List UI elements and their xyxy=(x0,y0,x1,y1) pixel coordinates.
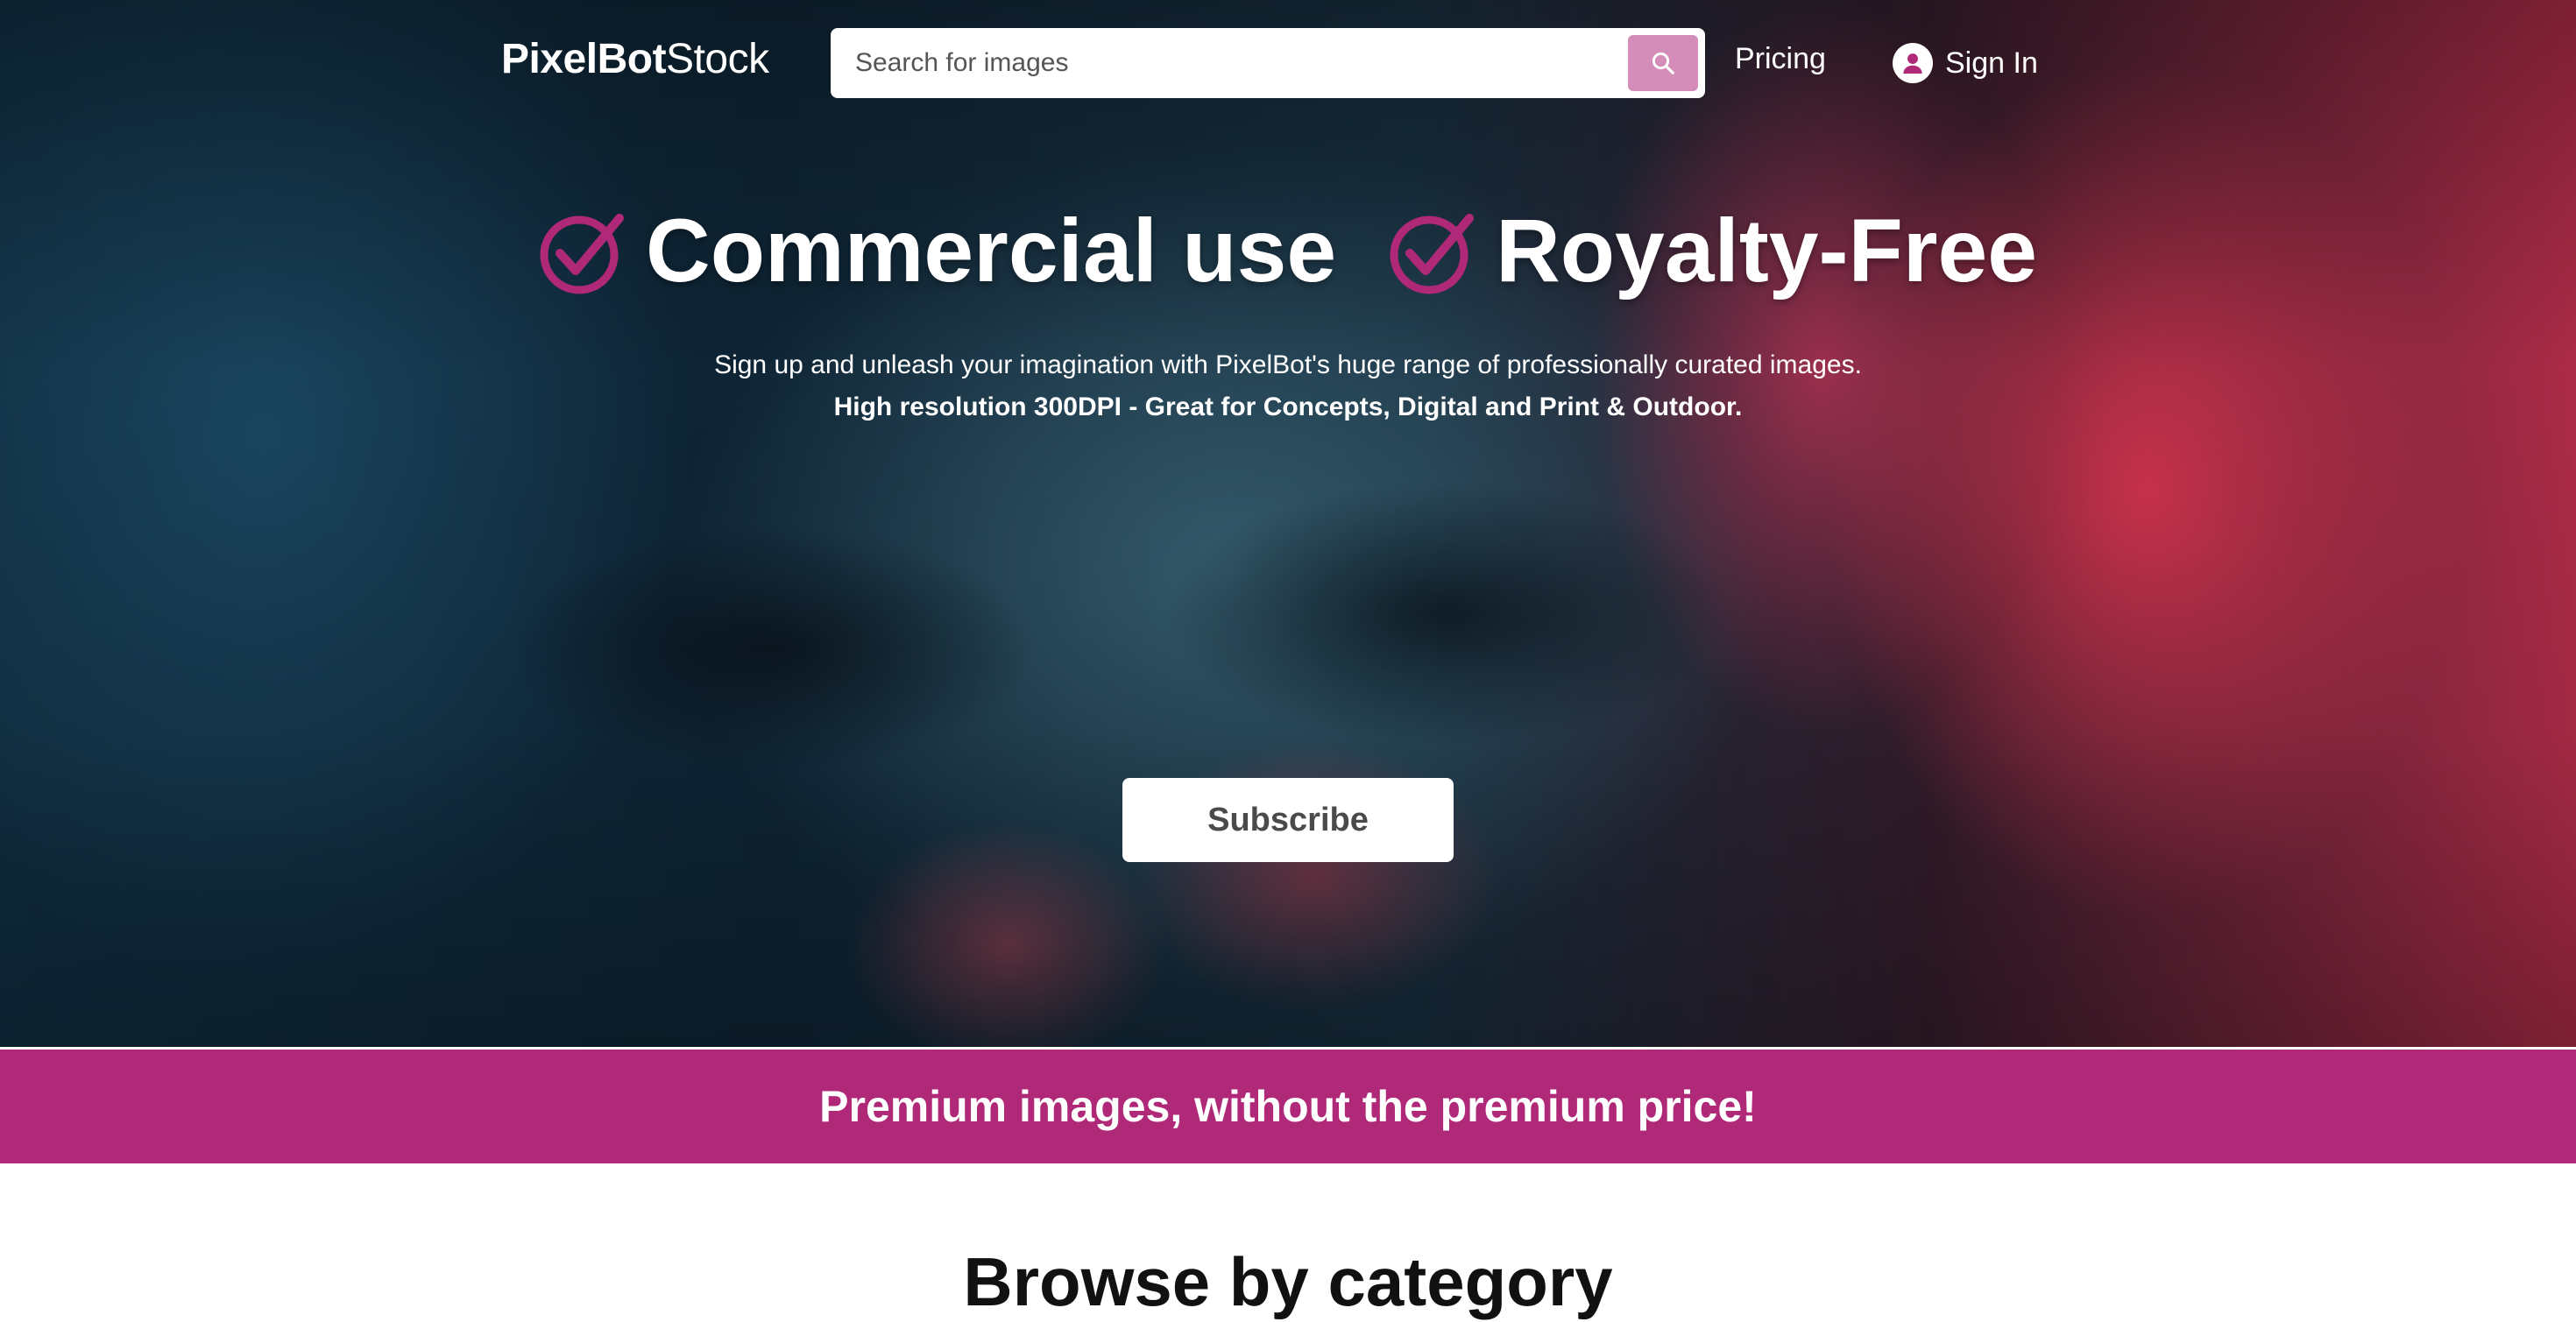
promo-banner-text: Premium images, without the premium pric… xyxy=(819,1082,1757,1131)
logo[interactable]: PixelBotStock xyxy=(501,35,769,83)
hero-section: PixelBotStock Pricing Sign In Commercial xyxy=(0,0,2576,1047)
hero-subtitle-bold: High resolution 300DPI - Great for Conce… xyxy=(833,392,1743,421)
hero-subtitle: Sign up and unleash your imagination wit… xyxy=(714,350,1862,379)
subscribe-button[interactable]: Subscribe xyxy=(1122,778,1454,862)
search-button[interactable] xyxy=(1628,35,1698,91)
search-bar xyxy=(831,28,1705,98)
search-icon xyxy=(1652,52,1674,74)
hero-headline: Commercial use Royalty-Free xyxy=(0,200,2576,302)
user-icon xyxy=(1893,43,1933,83)
feature-royalty-free: Royalty-Free xyxy=(1389,200,2037,302)
sign-in-link[interactable]: Sign In xyxy=(1893,39,2038,88)
check-circle-icon xyxy=(1390,213,1475,293)
feature-label: Commercial use xyxy=(646,201,1337,300)
search-input[interactable] xyxy=(853,40,1572,86)
sign-in-label: Sign In xyxy=(1945,46,2038,80)
feature-label: Royalty-Free xyxy=(1496,201,2037,300)
pricing-link[interactable]: Pricing xyxy=(1735,42,1826,76)
browse-heading: Browse by category xyxy=(963,1243,1613,1320)
check-circle-icon xyxy=(540,213,625,293)
feature-commercial-use: Commercial use xyxy=(539,200,1336,302)
promo-banner: Premium images, without the premium pric… xyxy=(0,1050,2576,1163)
